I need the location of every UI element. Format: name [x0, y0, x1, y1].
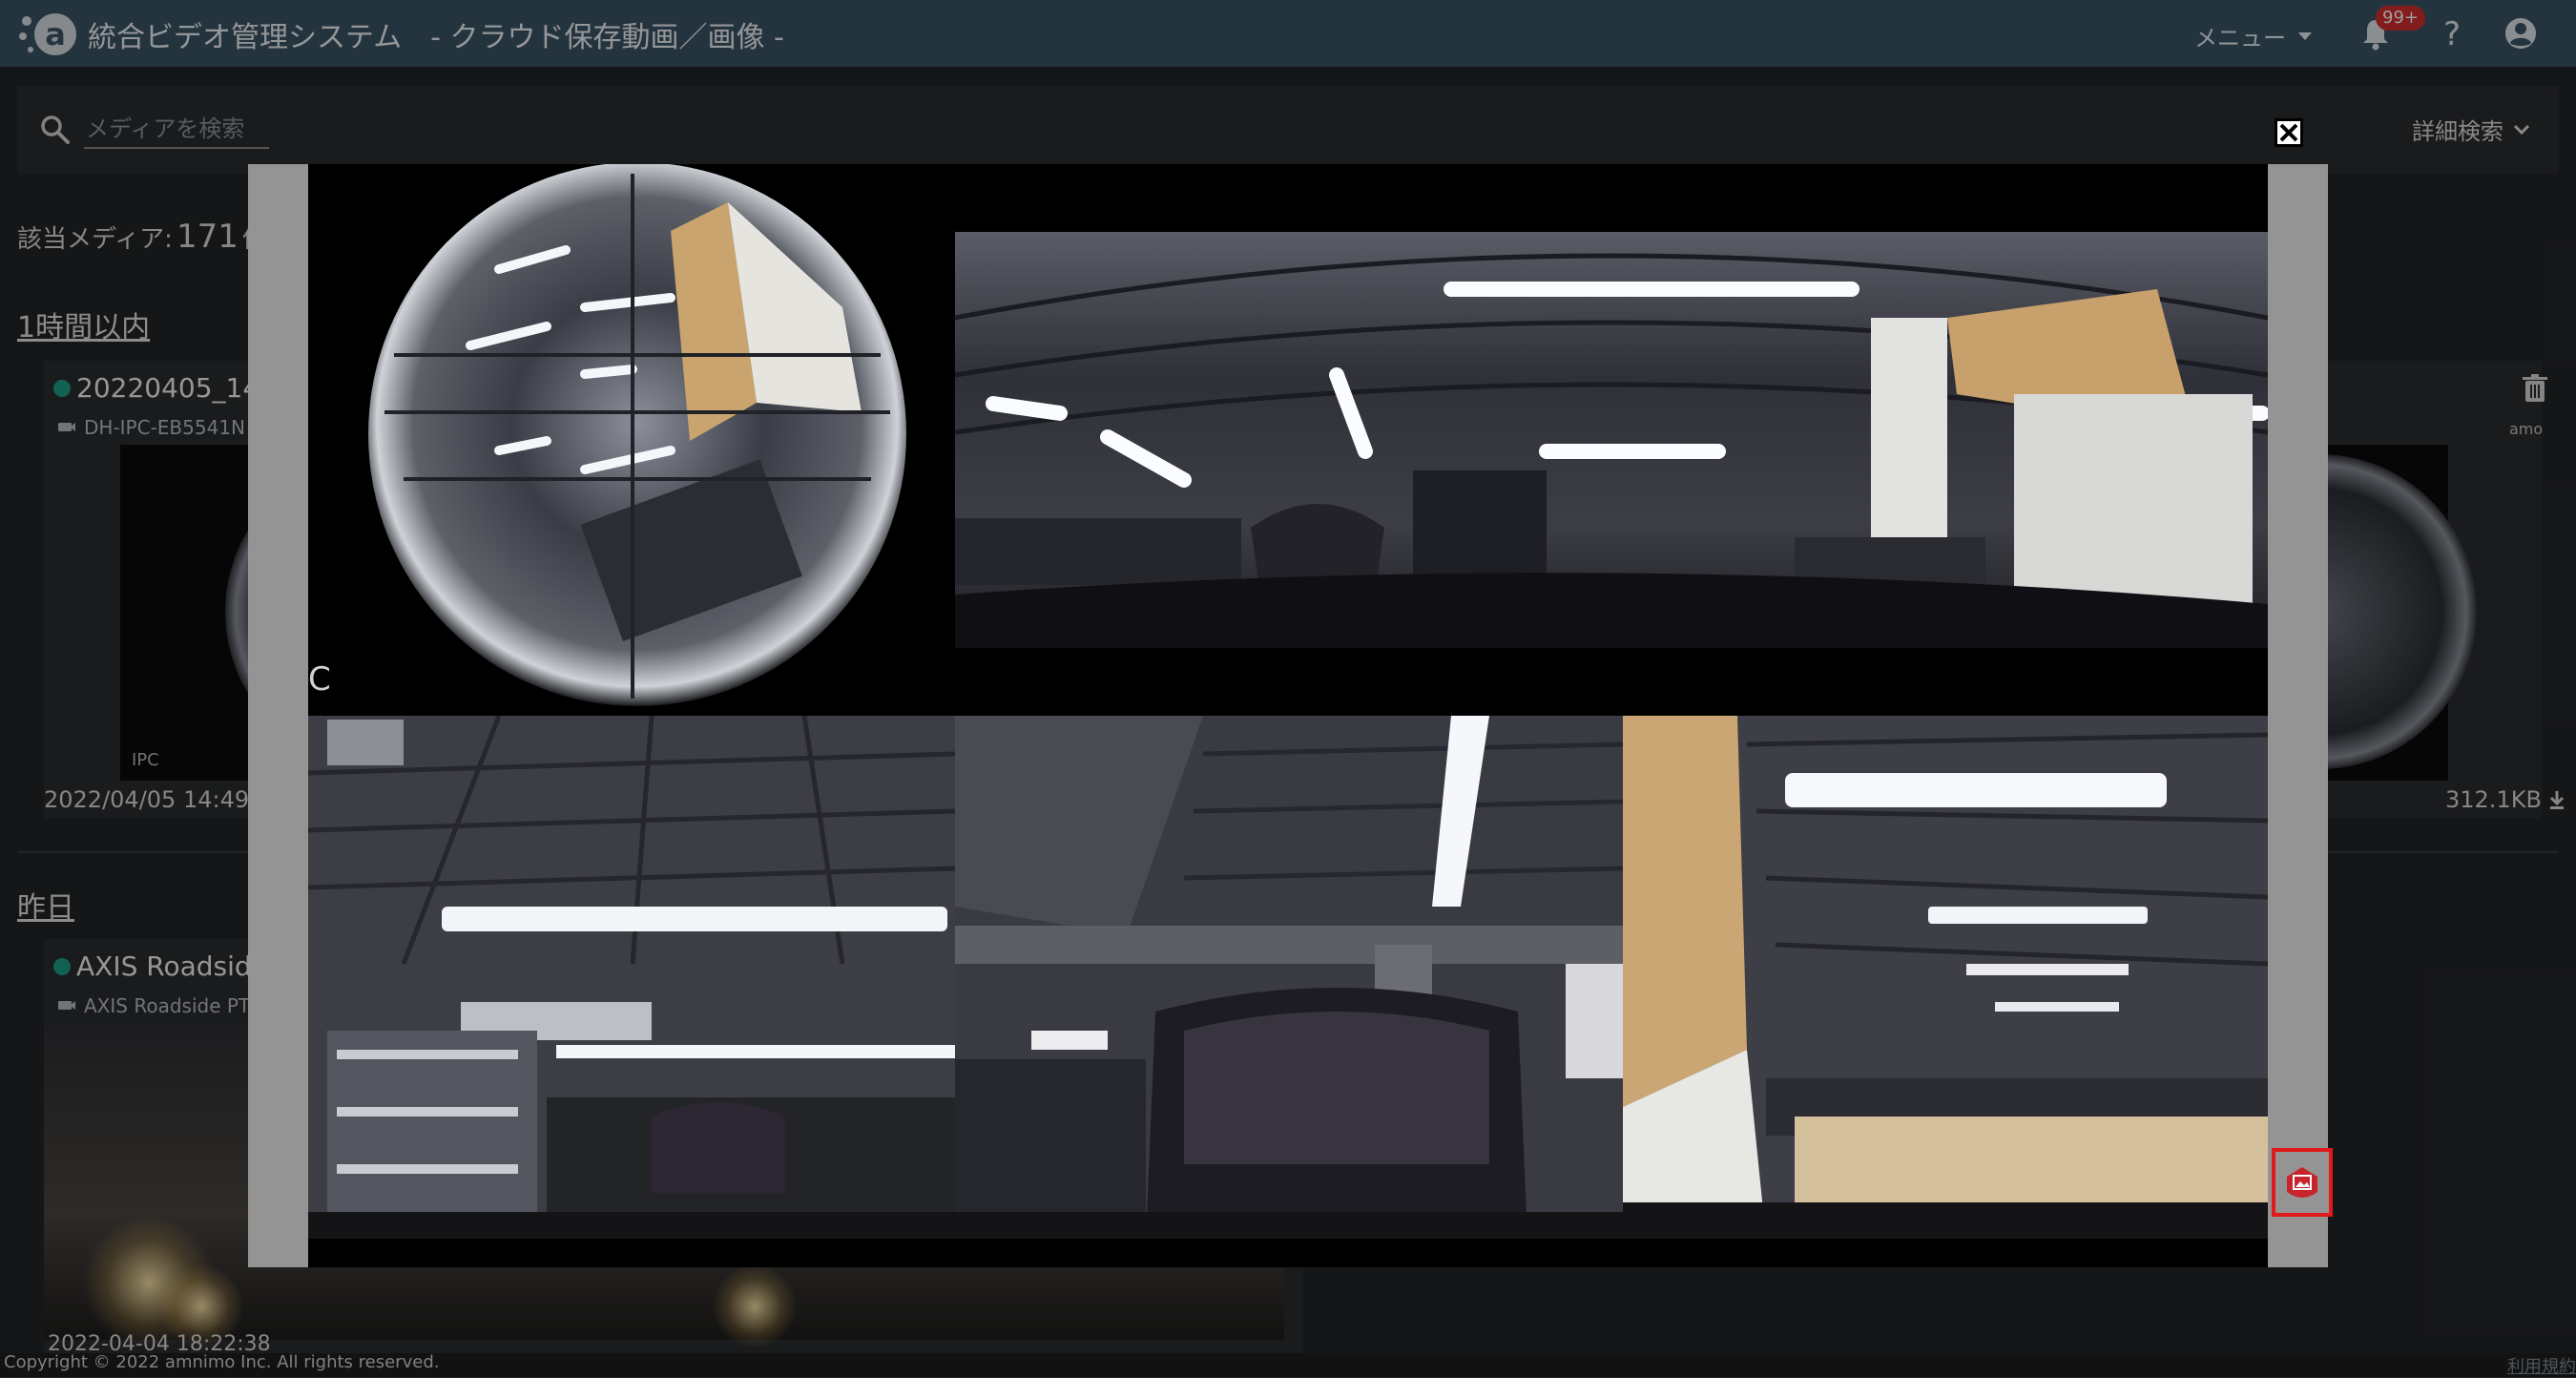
fisheye-image [308, 164, 955, 716]
pane-split-right [1623, 716, 2268, 1239]
media-viewer-image[interactable]: C [308, 164, 2268, 1267]
split-right-image [1623, 716, 2268, 1239]
overlay-text: C [308, 660, 331, 699]
close-modal-button[interactable] [2275, 118, 2303, 147]
media-viewer-modal: C [248, 164, 2328, 1267]
pane-panorama [955, 232, 2268, 648]
panorama-image [955, 232, 2268, 648]
pane-fisheye-original [308, 164, 955, 716]
image-icon [2287, 1167, 2317, 1198]
split-center-image [955, 716, 1623, 1239]
close-icon [2279, 123, 2298, 142]
split-left-image [308, 716, 955, 1239]
pane-split-left [308, 716, 955, 1239]
save-image-button[interactable] [2272, 1148, 2333, 1217]
pane-split-center [955, 716, 1623, 1239]
